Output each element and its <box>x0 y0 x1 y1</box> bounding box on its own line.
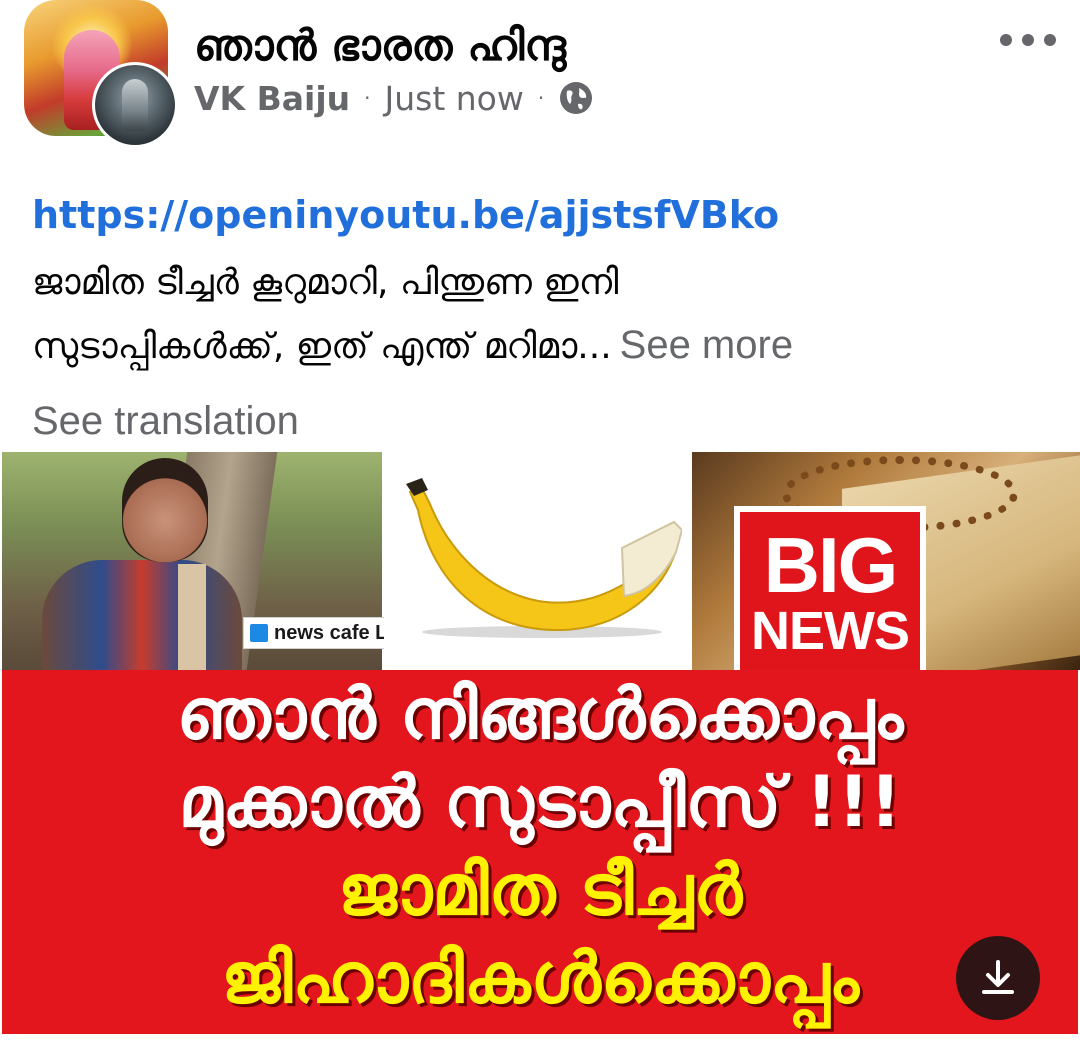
post-meta: VK Baiju · Just now · <box>194 76 594 120</box>
meta-separator: · <box>537 86 545 110</box>
person-head-graphic <box>122 458 208 562</box>
post-text-line: ജാമിത ടീച്ചർ കൂറുമാറി, പിന്തുണ ഇനി <box>32 262 619 303</box>
see-translation-button[interactable]: See translation <box>32 394 299 448</box>
post-link[interactable]: https://openinyoutu.be/ajjstsfVBko <box>32 188 779 242</box>
post-text: ജാമിത ടീച്ചർ കൂറുമാറി, പിന്തുണ ഇനി സുടാപ… <box>32 252 1052 378</box>
see-more-button[interactable]: See more <box>620 323 793 367</box>
big-label: BIG <box>763 521 899 609</box>
meta-separator: · <box>364 86 371 110</box>
feed-post: ഞാൻ ഭാരത ഹിന്ദു VK Baiju · Just now · ht… <box>0 0 1080 1045</box>
banana-icon <box>406 478 682 638</box>
news-label: NEWS <box>751 601 910 661</box>
more-options-icon[interactable] <box>1000 30 1056 50</box>
author-avatar-image <box>95 65 175 145</box>
divider <box>0 1034 1080 1045</box>
headline-line-4: ജിഹാദികൾക്കൊപ്പം <box>221 937 859 1019</box>
globe-icon[interactable] <box>558 80 594 116</box>
person-body-graphic <box>42 560 242 670</box>
headline-line-1: ഞാൻ നിങ്ങൾക്കൊപ്പം <box>176 673 904 755</box>
tv-icon <box>250 624 268 642</box>
scarf-graphic <box>178 564 206 670</box>
big-news-badge: BIG NEWS <box>734 506 926 678</box>
download-icon[interactable] <box>956 936 1040 1020</box>
more-dot <box>1000 34 1012 46</box>
headline-line-2: മുക്കാൽ സുടാപ്പീസ് !!! <box>178 761 902 843</box>
banana-photo <box>384 452 690 670</box>
group-name-link[interactable]: ഞാൻ ഭാരത ഹിന്ദു <box>194 18 566 74</box>
post-text-line-content: സുടാപ്പികൾക്ക്, ഇത് എന്ത് മറിമാ... <box>32 326 612 367</box>
author-name-link[interactable]: VK Baiju <box>194 79 350 118</box>
headline-panel: ഞാൻ നിങ്ങൾക്കൊപ്പം മുക്കാൽ സുടാപ്പീസ് !!… <box>2 670 1078 1034</box>
more-dot <box>1022 34 1034 46</box>
link-preview-thumbnail[interactable]: news cafe LIVE BIG NEWS ഞാൻ നിങ്ങൾക്കൊപ്… <box>0 450 1080 1045</box>
post-text-line: സുടാപ്പികൾക്ക്, ഇത് എന്ത് മറിമാ... See mo… <box>32 314 1052 378</box>
big-news-badge-inner: BIG NEWS <box>740 512 920 672</box>
headline-line-3: ജാമിത ടീച്ചർ <box>337 849 743 931</box>
post-timestamp[interactable]: Just now <box>385 79 524 118</box>
author-avatar[interactable] <box>92 62 178 148</box>
more-dot <box>1044 34 1056 46</box>
